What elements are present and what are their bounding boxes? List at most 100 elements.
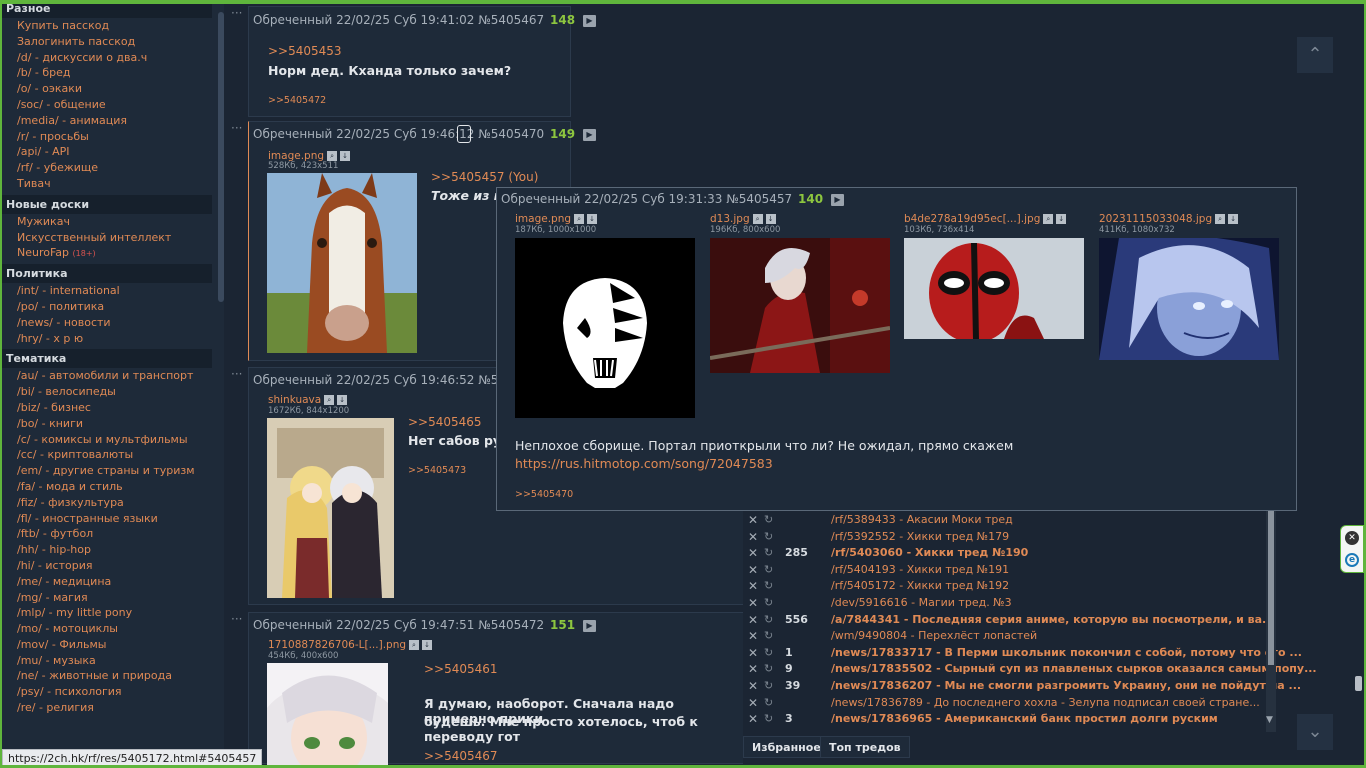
download-icon[interactable]: ↓: [587, 213, 598, 224]
post-expand-icon[interactable]: ▶: [830, 193, 844, 206]
sidebar-item[interactable]: /mo/ - мотоциклы: [2, 621, 224, 637]
search-icon[interactable]: ⌕: [752, 213, 763, 224]
post-expand-icon[interactable]: ▶: [582, 619, 596, 632]
close-icon[interactable]: ✕: [748, 545, 758, 562]
download-icon[interactable]: ↓: [337, 394, 348, 405]
thread-title-link[interactable]: /news/17836965 - Американский банк прост…: [831, 711, 1218, 728]
sidebar-item[interactable]: /fiz/ - физкультура: [2, 495, 224, 511]
search-icon[interactable]: ⌕: [1043, 213, 1054, 224]
sidebar-item[interactable]: /fl/ - иностранные языки: [2, 511, 224, 527]
post-image-horse[interactable]: [267, 173, 417, 353]
sidebar-item[interactable]: /d/ - дискуссии о два.ч: [2, 50, 224, 66]
popup-image-deadpool[interactable]: [904, 238, 1084, 339]
sidebar-item[interactable]: Залогинить пасскод: [2, 34, 224, 50]
sidebar-item[interactable]: /b/ - бред: [2, 65, 224, 81]
sidebar-item[interactable]: /cc/ - криптовалюты: [2, 447, 224, 463]
sidebar-item[interactable]: /c/ - комиксы и мультфильмы: [2, 432, 224, 448]
close-icon[interactable]: ✕: [748, 628, 758, 645]
external-link[interactable]: https://rus.hitmotop.com/song/72047583: [515, 456, 773, 471]
sidebar-item[interactable]: /bo/ - книги: [2, 416, 224, 432]
sidebar-item[interactable]: /bi/ - велосипеды: [2, 384, 224, 400]
file-name[interactable]: image.png: [515, 213, 571, 225]
scroll-up-button[interactable]: ⌃: [1297, 37, 1333, 73]
search-icon[interactable]: ⌕: [1215, 213, 1226, 224]
sidebar-item[interactable]: /media/ - анимация: [2, 113, 224, 129]
sidebar-item[interactable]: /au/ - автомобили и транспорт: [2, 368, 224, 384]
threads-scrollbar-thumb[interactable]: [1268, 510, 1274, 665]
backlink[interactable]: >>5405472: [268, 95, 326, 106]
close-icon[interactable]: ✕: [748, 595, 758, 612]
post-number[interactable]: №5405472: [478, 618, 544, 632]
popup-image-mask[interactable]: [515, 238, 695, 418]
thread-title-link[interactable]: /dev/5916616 - Магии тред. №3: [831, 595, 1012, 612]
thread-title-link[interactable]: /rf/5403060 - Хикки тред №190: [831, 545, 1028, 562]
close-icon[interactable]: ✕: [748, 529, 758, 546]
sidebar-item[interactable]: /em/ - другие страны и туризм: [2, 463, 224, 479]
thread-row[interactable]: ✕ ↻ /dev/5916616 - Магии тред. №3: [743, 595, 1277, 612]
thread-row[interactable]: ✕ ↻ 556/a/7844341 - Последняя серия аниме,…: [743, 612, 1277, 629]
refresh-icon[interactable]: ↻: [764, 562, 773, 579]
download-icon[interactable]: ↓: [1056, 213, 1067, 224]
sidebar-item[interactable]: /re/ - религия: [2, 700, 224, 716]
thread-row[interactable]: ✕ ↻ /rf/5392552 - Хикки тред №179: [743, 529, 1277, 546]
sidebar-item[interactable]: /int/ - international: [2, 283, 224, 299]
search-icon[interactable]: ⌕: [409, 639, 420, 650]
sidebar-item[interactable]: /mov/ - Фильмы: [2, 637, 224, 653]
thread-row[interactable]: ✕ ↻ 39/news/17836207 - Мы не смогли разгро…: [743, 678, 1301, 695]
download-icon[interactable]: ↓: [422, 639, 433, 650]
close-icon[interactable]: ✕: [748, 512, 758, 529]
file-name[interactable]: shinkuava: [268, 394, 321, 406]
file-name[interactable]: 20231115033048.jpg: [1099, 213, 1212, 225]
thread-row[interactable]: ✕ ↻ /rf/5405172 - Хикки тред №192: [743, 578, 1277, 595]
thread-title-link[interactable]: /news/17836207 - Мы не смогли разгромить…: [831, 678, 1301, 695]
extension-e-icon[interactable]: e: [1345, 553, 1359, 567]
sidebar-item[interactable]: Тивач: [2, 176, 224, 192]
refresh-icon[interactable]: ↻: [764, 612, 773, 629]
sidebar-item[interactable]: /o/ - оэкаки: [2, 81, 224, 97]
sidebar-item[interactable]: /psy/ - психология: [2, 684, 224, 700]
search-icon[interactable]: ⌕: [324, 394, 335, 405]
thread-row[interactable]: ✕ ↻ /rf/5389433 - Акасии Моки тред: [743, 512, 1277, 529]
backlink[interactable]: >>5405473: [408, 465, 466, 476]
close-icon[interactable]: ✕: [748, 612, 758, 629]
file-name[interactable]: b4de278a19d95ec[...].jpg: [904, 213, 1040, 225]
sidebar-item[interactable]: /mlp/ - my little pony: [2, 605, 224, 621]
sidebar-item[interactable]: /po/ - политика: [2, 299, 224, 315]
thread-row[interactable]: ✕ ↻ 285/rf/5403060 - Хикки тред №190: [743, 545, 1277, 562]
sidebar-item[interactable]: /news/ - новости: [2, 315, 224, 331]
threads-scrollbar[interactable]: [1266, 510, 1276, 732]
sidebar-item[interactable]: Искусственный интеллект: [2, 230, 224, 246]
refresh-icon[interactable]: ↻: [764, 578, 773, 595]
search-icon[interactable]: ⌕: [574, 213, 585, 224]
backlink[interactable]: >>5405470: [515, 489, 573, 500]
thread-row[interactable]: ✕ ↻ 9/news/17835502 - Сырный суп из плавле…: [743, 661, 1317, 678]
sidebar-item[interactable]: /soc/ - общение: [2, 97, 224, 113]
refresh-icon[interactable]: ↻: [764, 661, 773, 678]
post-menu-icon[interactable]: ···: [231, 612, 242, 626]
post-expand-icon[interactable]: ▶: [582, 14, 596, 27]
file-name[interactable]: d13.jpg: [710, 213, 750, 225]
refresh-icon[interactable]: ↻: [764, 628, 773, 645]
post-number[interactable]: №5405470: [478, 127, 544, 141]
popup-image-blue-girl[interactable]: [1099, 238, 1279, 360]
download-icon[interactable]: ↓: [340, 150, 351, 161]
sidebar-item[interactable]: /biz/ - бизнес: [2, 400, 224, 416]
close-icon[interactable]: ✕: [748, 578, 758, 595]
refresh-icon[interactable]: ↻: [764, 595, 773, 612]
download-icon[interactable]: ↓: [1228, 213, 1239, 224]
refresh-icon[interactable]: ↻: [764, 529, 773, 546]
sidebar-scrollbar[interactable]: [218, 12, 224, 302]
search-icon[interactable]: ⌕: [327, 150, 338, 161]
post-expand-icon[interactable]: ▶: [582, 128, 596, 141]
post-number[interactable]: №5405467: [478, 13, 544, 27]
close-icon[interactable]: ✕: [748, 645, 758, 662]
close-icon[interactable]: ✕: [748, 695, 758, 712]
file-name[interactable]: 1710887826706-L[...].png: [268, 639, 406, 651]
refresh-icon[interactable]: ↻: [764, 512, 773, 529]
sidebar-item[interactable]: /hi/ - история: [2, 558, 224, 574]
post-image-anime-girl[interactable]: [267, 663, 388, 765]
sidebar-item[interactable]: /r/ - просьбы: [2, 129, 224, 145]
close-icon[interactable]: ✕: [748, 661, 758, 678]
reply-link[interactable]: >>5405453: [268, 44, 342, 58]
thread-title-link[interactable]: /news/17835502 - Сырный суп из плавленых…: [831, 661, 1317, 678]
